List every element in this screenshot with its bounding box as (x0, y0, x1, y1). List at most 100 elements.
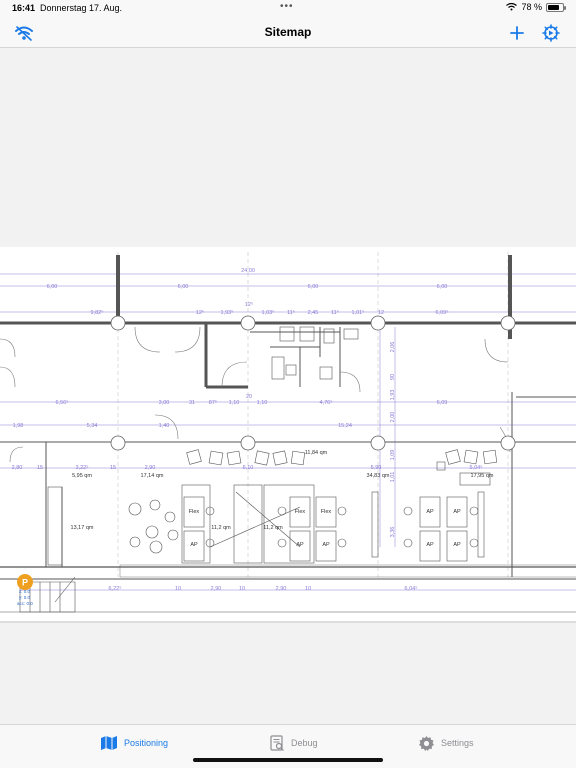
dim-bottom: 2,90 (211, 586, 222, 592)
desk-label: AP (453, 542, 461, 548)
floor-plan[interactable]: 24,00 6,00 6,00 6,00 6,00 12⁵ 9,82⁵ 12⁵ 1,93⁵ 1,0… (0, 247, 576, 623)
dim-row5: 6,10 (243, 465, 254, 471)
dim-top: 6,00 (437, 284, 448, 290)
tab-settings[interactable]: Settings (418, 733, 474, 753)
status-date: Donnerstag 17. Aug. (40, 3, 123, 13)
dim-row5: 3,22⁵ (76, 464, 89, 471)
pin-accuracy: acc: 0.0 (17, 601, 33, 606)
tab-debug-label: Debug (291, 738, 318, 748)
dim-vertical: 2,00 (390, 412, 396, 423)
tab-settings-label: Settings (441, 738, 474, 748)
dim-row3: 1,10 (229, 400, 240, 406)
dim-row3: 3,00 (159, 400, 170, 406)
dim-row5: 15 (37, 465, 43, 471)
battery-level (548, 4, 559, 10)
room-area: 11,2 qm (211, 525, 231, 531)
dim-bottom: 6,04⁵ (405, 585, 418, 592)
dim-row2: 1,03⁵ (262, 309, 275, 316)
room-area: 11,84 qm (305, 450, 328, 456)
dim-row5: 15 (110, 465, 116, 471)
locate-button[interactable] (540, 22, 562, 44)
room-area: 17,14 qm (141, 473, 164, 479)
add-button[interactable] (506, 22, 528, 44)
desk-label: AP (426, 509, 434, 515)
dim-row3: 87⁵ (209, 399, 217, 406)
dim-row4: 1,40 (159, 423, 170, 429)
status-right: 78 % (506, 2, 566, 12)
desk-label: AP (426, 542, 434, 548)
dim-top: 6,00 (308, 284, 319, 290)
gear-icon (419, 735, 434, 751)
dim-row2: 1,93⁵ (221, 309, 234, 316)
position-pin[interactable]: P (17, 574, 33, 590)
battery-percent: 78 % (521, 2, 542, 12)
dim-row5: 5,90 (371, 465, 382, 471)
dim-row2: 6,09⁵ (436, 309, 449, 316)
dim-vertical: 1,01 (390, 472, 396, 483)
dim-vertical: 1,09 (390, 450, 396, 461)
room-area: 5,95 qm (72, 473, 92, 479)
dim-row2: 11⁵ (287, 309, 295, 316)
desk-label: Flex (321, 509, 332, 515)
dim-12: 12⁵ (245, 301, 253, 308)
wifi-status-icon (506, 3, 518, 11)
pin-label: P (22, 578, 28, 588)
desk-label: AP (322, 542, 330, 548)
pin-y: y: 0.0 (19, 595, 31, 600)
dim-bottom: 10 (239, 586, 245, 592)
room-area: 11,2 qm (263, 525, 283, 531)
dim-row4: 1,98 (13, 423, 24, 429)
dim-top: 6,00 (47, 284, 58, 290)
status-time: 16:41 (12, 3, 36, 13)
home-indicator (193, 758, 383, 762)
dim-row2: 9,82⁵ (91, 309, 104, 316)
dim-row2: 2,45 (308, 310, 319, 316)
battery-icon (546, 2, 566, 12)
status-bar: 16:41 Donnerstag 17. Aug. ••• 78 % (0, 0, 576, 16)
plus-icon (510, 26, 524, 40)
page-title: Sitemap (264, 25, 312, 39)
dim-row3: 6,56⁵ (56, 399, 69, 406)
room-area: 34,83 qm (367, 473, 390, 479)
dim-row2: 11⁵ (331, 309, 339, 316)
room-area-labels: 5,95 qm 17,14 qm 11,84 qm 34,83 qm 17,95 qm 1… (71, 450, 494, 531)
grid-lines (117, 252, 509, 577)
walls (0, 255, 576, 613)
tab-debug[interactable]: Debug (270, 733, 318, 753)
room-area: 13,17 qm (71, 525, 94, 531)
desk-label: Flex (189, 509, 200, 515)
dim-bottom: 10 (305, 586, 311, 592)
map-view[interactable]: 24,00 6,00 6,00 6,00 6,00 12⁵ 9,82⁵ 12⁵ 1,93⁵ 1,0… (0, 48, 576, 724)
dim-vertical: 1,93 (390, 390, 396, 401)
locate-gear-icon (542, 24, 560, 42)
document-search-icon (270, 734, 284, 751)
dim-top: 6,00 (178, 284, 189, 290)
dim-total: 24,00 (241, 268, 255, 274)
navigation-bar: Sitemap (0, 16, 576, 48)
columns (110, 315, 516, 451)
tab-positioning[interactable]: Positioning (100, 733, 168, 753)
desk-label: Flex (295, 509, 306, 515)
dim-row3: 6,09 (437, 400, 448, 406)
dim-row2: 1,01⁵ (352, 309, 365, 316)
dim-vertical: 3,36 (390, 527, 396, 538)
dim-row3: 1,10 (257, 400, 268, 406)
dim-vertical: 2,06 (390, 342, 396, 353)
room-area: 17,95 qm (471, 473, 494, 479)
dim-bottom: 2,90 (276, 586, 287, 592)
dim-row2: 12 (378, 310, 384, 316)
map-icon (101, 736, 117, 750)
dim-row3: 4,76⁵ (320, 399, 333, 406)
pin-x: x: 0.0 (19, 589, 31, 594)
dim-row4: 15,24 (338, 423, 352, 429)
dim-bottom: 10 (175, 586, 181, 592)
desk-label: AP (296, 542, 304, 548)
multitasking-dots-icon[interactable]: ••• (280, 1, 294, 12)
dim-row3: 31 (189, 400, 195, 406)
dim-row4: 5,34 (87, 423, 98, 429)
tab-positioning-label: Positioning (124, 738, 169, 748)
desk-label: AP (453, 509, 461, 515)
dim-row5: 2,90 (145, 465, 156, 471)
dim-vertical: 90 (390, 374, 396, 380)
dim-20: 20 (246, 394, 252, 400)
